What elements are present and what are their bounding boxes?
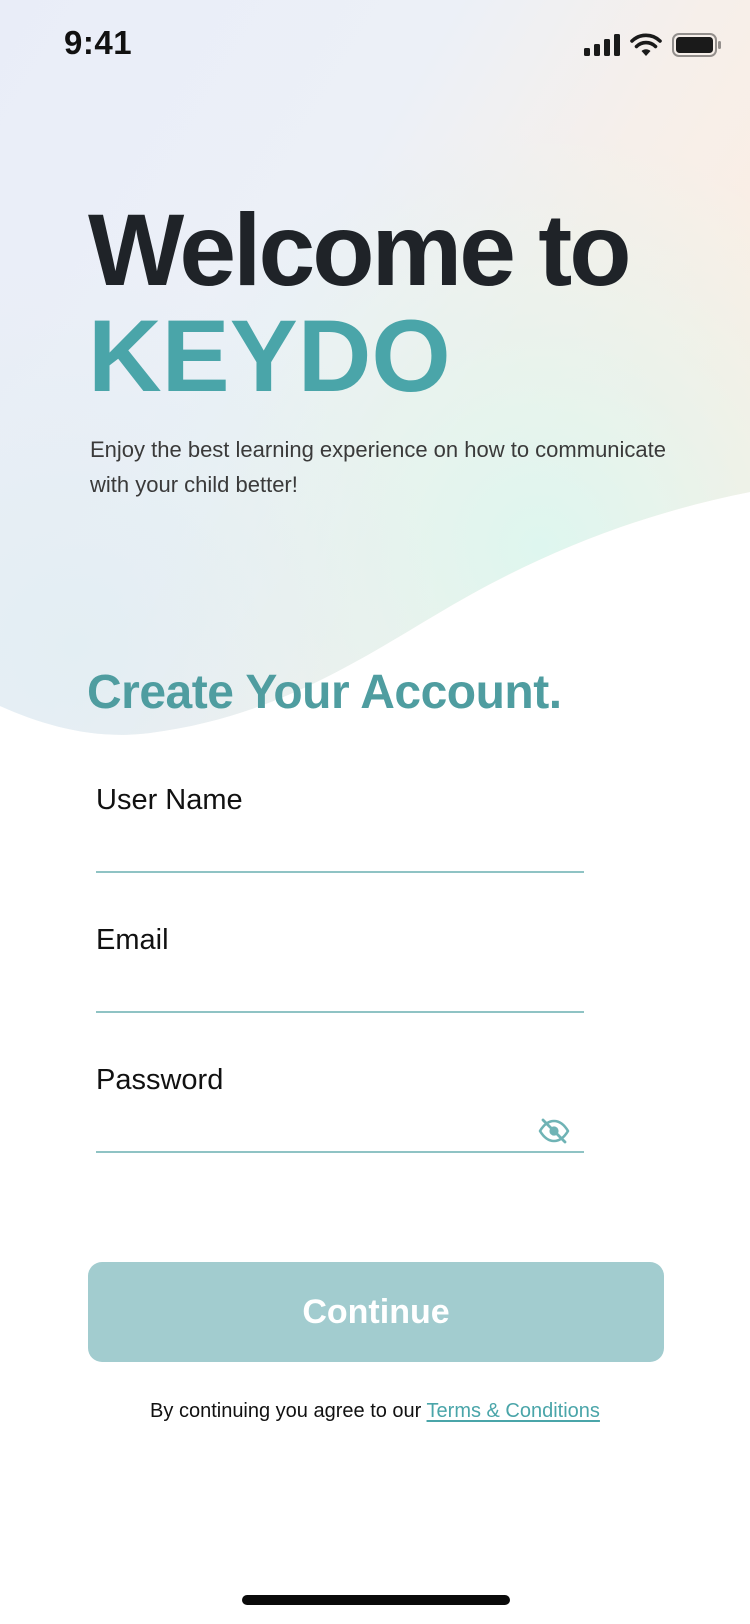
status-icons	[584, 33, 722, 57]
username-field: User Name	[96, 783, 584, 873]
password-field: Password	[96, 1063, 584, 1153]
username-input[interactable]	[96, 831, 584, 873]
terms-link[interactable]: Terms & Conditions	[427, 1400, 600, 1422]
password-input[interactable]	[96, 1111, 584, 1153]
email-field: Email	[96, 923, 584, 1013]
hero-subtitle: Enjoy the best learning experience on ho…	[90, 437, 667, 497]
email-input[interactable]	[96, 971, 584, 1013]
battery-icon	[672, 33, 721, 57]
status-bar: 9:41	[0, 0, 750, 92]
terms-notice: By continuing you agree to our Terms & C…	[0, 1400, 750, 1423]
form-title: Create Your Account.	[87, 666, 562, 719]
terms-agree-text: By continuing you agree to our	[150, 1400, 427, 1422]
password-label: Password	[96, 1064, 224, 1096]
eye-slash-icon[interactable]	[538, 1117, 570, 1145]
brand-name: KEYDO	[88, 299, 451, 413]
continue-button[interactable]: Continue	[88, 1262, 664, 1362]
email-label: Email	[96, 924, 169, 956]
home-indicator	[242, 1595, 510, 1605]
welcome-heading: Welcome to	[88, 193, 632, 307]
status-time: 9:41	[64, 24, 133, 61]
wifi-icon	[630, 33, 662, 56]
username-label: User Name	[96, 784, 243, 816]
cellular-signal-icon	[584, 34, 620, 56]
